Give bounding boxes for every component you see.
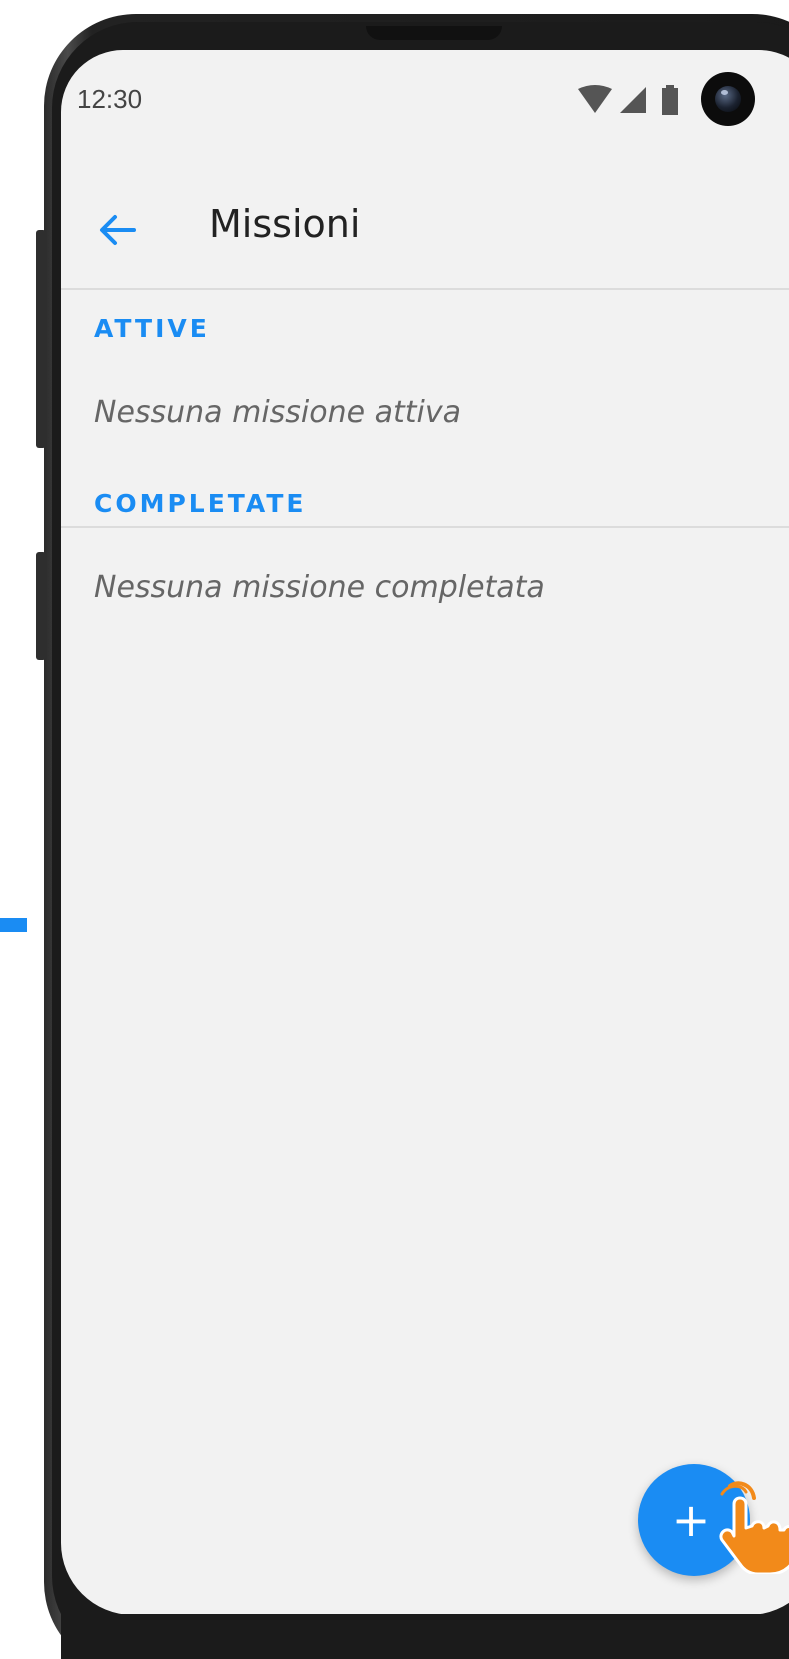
side-marker — [0, 918, 27, 932]
status-time: 12:30 — [77, 84, 143, 114]
back-button[interactable] — [91, 206, 143, 258]
section-header-active: ATTIVE — [94, 314, 210, 343]
arrow-left-icon — [98, 213, 136, 251]
status-icons — [576, 76, 678, 124]
phone-bottom-bezel — [61, 1614, 789, 1659]
page-title: Missioni — [209, 202, 361, 246]
camera-lens — [715, 86, 741, 112]
add-mission-button[interactable]: + — [638, 1464, 750, 1576]
cell-signal-icon — [618, 85, 648, 115]
plus-icon: + — [671, 1493, 711, 1547]
device-mockup: 12:30 Missioni ATTIVE Nessuna missione a… — [0, 0, 789, 1659]
volume-button — [36, 230, 46, 448]
empty-active-message: Nessuna missione attiva — [94, 395, 462, 430]
power-button — [36, 552, 46, 660]
status-bar: 12:30 — [61, 50, 789, 150]
section-header-completed: COMPLETATE — [94, 489, 307, 518]
battery-icon — [662, 85, 678, 115]
app-bar: Missioni — [61, 150, 789, 290]
section-divider — [61, 526, 789, 528]
empty-completed-message: Nessuna missione completata — [94, 570, 545, 605]
wifi-icon — [576, 85, 614, 115]
front-camera — [701, 72, 755, 126]
speaker-notch — [366, 26, 502, 40]
phone-screen: 12:30 Missioni ATTIVE Nessuna missione a… — [61, 50, 789, 1615]
camera-glint — [721, 90, 728, 95]
